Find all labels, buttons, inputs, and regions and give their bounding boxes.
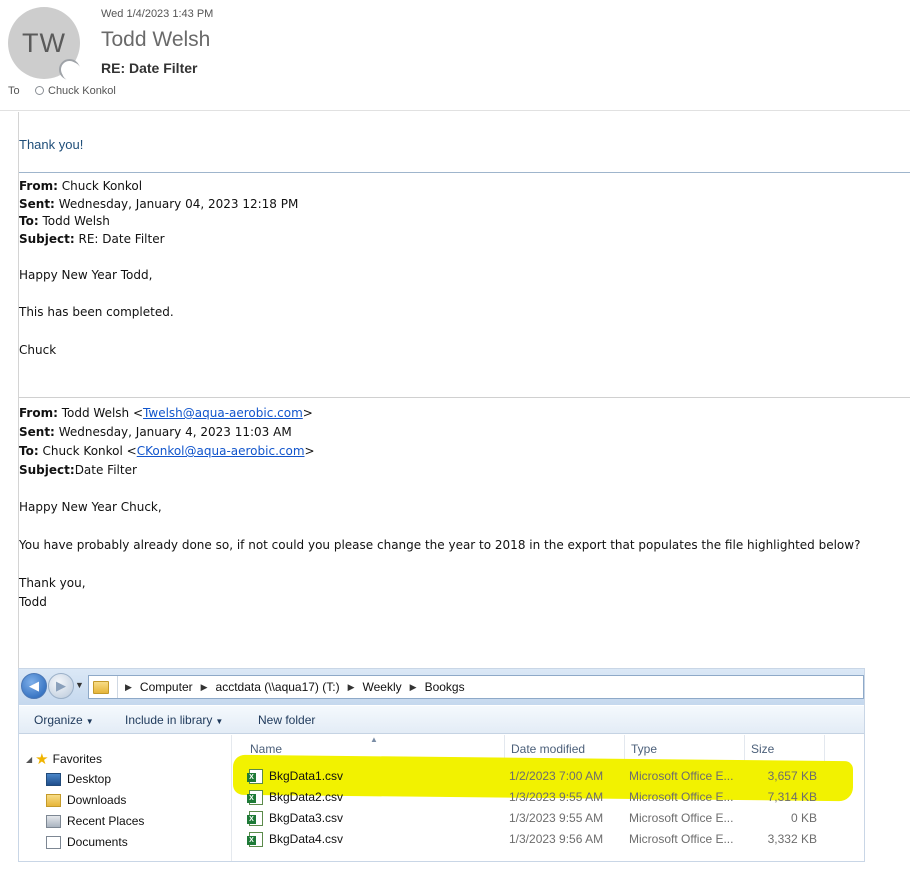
from-email-link[interactable]: Twelsh@aqua-aerobic.com	[143, 406, 303, 420]
breadcrumb-item: Weekly	[362, 680, 402, 694]
file-date: 1/3/2023 9:55 AM	[509, 790, 604, 804]
quote-separator	[19, 172, 910, 173]
path-box: ▶ Computer ▶ acctdata (\\aqua17) (T:) ▶ …	[88, 675, 864, 699]
chevron-right-icon: ▶	[125, 681, 132, 692]
file-row: BkgData4.csv 1/3/2023 9:56 AM Microsoft …	[232, 829, 865, 850]
closing-line: Thank you,	[19, 576, 86, 590]
nav-favorites: ◢ ★ Favorites	[26, 751, 102, 768]
new-folder-button: New folder	[258, 713, 316, 727]
file-type: Microsoft Office E...	[629, 832, 734, 846]
file-size: 3,332 KB	[767, 832, 817, 846]
file-row: BkgData2.csv 1/3/2023 9:55 AM Microsoft …	[232, 787, 865, 808]
recipient-presence-icon	[35, 86, 44, 95]
file-type: Microsoft Office E...	[629, 790, 734, 804]
sent-label: Sent:	[19, 196, 55, 211]
file-rows: BkgData1.csv 1/2/2023 7:00 AM Microsoft …	[232, 734, 865, 862]
file-name: BkgData4.csv	[269, 832, 344, 846]
chevron-right-icon: ▶	[200, 681, 208, 692]
file-type: Microsoft Office E...	[629, 769, 734, 783]
file-size: 3,657 KB	[767, 769, 817, 783]
from-value: Chuck Konkol	[61, 179, 143, 193]
reply-text: Thank you!	[19, 137, 84, 152]
excel-file-icon	[247, 811, 263, 826]
recipient-name[interactable]: Chuck Konkol	[48, 85, 116, 97]
quote1-header: From: Chuck Konkol Sent: Wednesday, Janu…	[19, 178, 298, 248]
to-name: Chuck Konkol <	[42, 444, 137, 458]
file-size: 7,314 KB	[767, 790, 817, 804]
recent-places-icon	[46, 814, 61, 828]
file-name: BkgData3.csv	[269, 811, 344, 825]
navigation-pane: ◢ ★ Favorites Desktop Downloads Recent P…	[19, 735, 232, 861]
explorer-toolbar: Organize ▼ Include in library ▼ New folder	[19, 706, 864, 734]
desktop-icon	[46, 772, 61, 786]
nav-recent-places: Recent Places	[46, 814, 144, 828]
file-row: BkgData1.csv 1/2/2023 7:00 AM Microsoft …	[232, 766, 865, 787]
quote1-line: This has been completed.	[19, 305, 174, 319]
sent-label: Sent:	[19, 425, 55, 439]
message-body: You have probably already done so, if no…	[19, 538, 861, 552]
documents-icon	[46, 835, 61, 849]
header-divider	[0, 110, 910, 111]
signature: Todd	[19, 595, 47, 609]
back-arrow-icon: ◀	[21, 673, 47, 699]
caret-down-icon: ▼	[85, 717, 94, 726]
from-close: >	[302, 406, 313, 420]
forward-arrow-icon: ▶	[48, 673, 74, 699]
expand-icon: ◢	[26, 754, 33, 764]
from-name: Todd Welsh <	[61, 406, 144, 420]
sent-value: Wednesday, January 4, 2023 11:03 AM	[58, 425, 292, 439]
to-label: To	[8, 85, 20, 97]
subject-value: RE: Date Filter	[78, 231, 165, 246]
star-icon: ★	[35, 751, 49, 768]
subject-label: Subject:	[19, 463, 75, 477]
sender-name[interactable]: Todd Welsh	[101, 28, 210, 52]
quote-separator	[19, 397, 910, 398]
file-size: 0 KB	[790, 811, 817, 825]
breadcrumb-item: acctdata (\\aqua17) (T:)	[215, 680, 340, 694]
organize-menu: Organize ▼	[34, 713, 94, 727]
sent-value: Wednesday, January 04, 2023 12:18 PM	[58, 196, 299, 211]
subject-value: Date Filter	[74, 463, 137, 477]
file-date: 1/3/2023 9:56 AM	[509, 832, 604, 846]
quote1-line: Chuck	[19, 343, 57, 357]
excel-file-icon	[247, 832, 263, 847]
address-bar: ◀ ▶ ▼ ▶ Computer ▶ acctdata (\\aqua17) (…	[19, 669, 864, 705]
file-name: BkgData1.csv	[269, 769, 344, 783]
file-name: BkgData2.csv	[269, 790, 344, 804]
message-subject: RE: Date Filter	[101, 60, 198, 76]
message-date: Wed 1/4/2023 1:43 PM	[101, 8, 214, 20]
downloads-folder-icon	[46, 793, 61, 807]
file-date: 1/3/2023 9:55 AM	[509, 811, 604, 825]
from-label: From:	[19, 406, 58, 420]
nav-documents: Documents	[46, 835, 128, 849]
history-dropdown-icon: ▼	[75, 680, 84, 690]
nav-downloads: Downloads	[46, 793, 126, 807]
to-close: >	[304, 444, 315, 458]
to-label: To:	[19, 214, 39, 228]
excel-file-icon	[247, 790, 263, 805]
file-type: Microsoft Office E...	[629, 811, 734, 825]
file-row: BkgData3.csv 1/3/2023 9:55 AM Microsoft …	[232, 808, 865, 829]
quote1-line: Happy New Year Todd,	[19, 268, 153, 282]
subject-label: Subject:	[19, 231, 75, 246]
caret-down-icon: ▼	[215, 717, 224, 726]
chevron-right-icon: ▶	[347, 681, 355, 692]
nav-desktop: Desktop	[46, 772, 111, 786]
quote2-header: From: Todd Welsh <Twelsh@aqua-aerobic.co…	[19, 404, 315, 480]
breadcrumb-item: Bookgs	[424, 680, 465, 694]
presence-status-icon	[59, 59, 81, 81]
include-in-library-menu: Include in library ▼	[125, 713, 224, 727]
to-email-link[interactable]: CKonkol@aqua-aerobic.com	[137, 444, 305, 458]
file-date: 1/2/2023 7:00 AM	[509, 769, 604, 783]
breadcrumb-item: Computer	[139, 680, 193, 694]
chevron-right-icon: ▶	[409, 681, 417, 692]
to-label: To:	[19, 444, 39, 458]
excel-file-icon	[247, 769, 263, 784]
from-label: From:	[19, 179, 58, 193]
greeting: Happy New Year Chuck,	[19, 500, 162, 514]
folder-icon	[93, 680, 109, 694]
to-value: Todd Welsh	[42, 214, 110, 228]
